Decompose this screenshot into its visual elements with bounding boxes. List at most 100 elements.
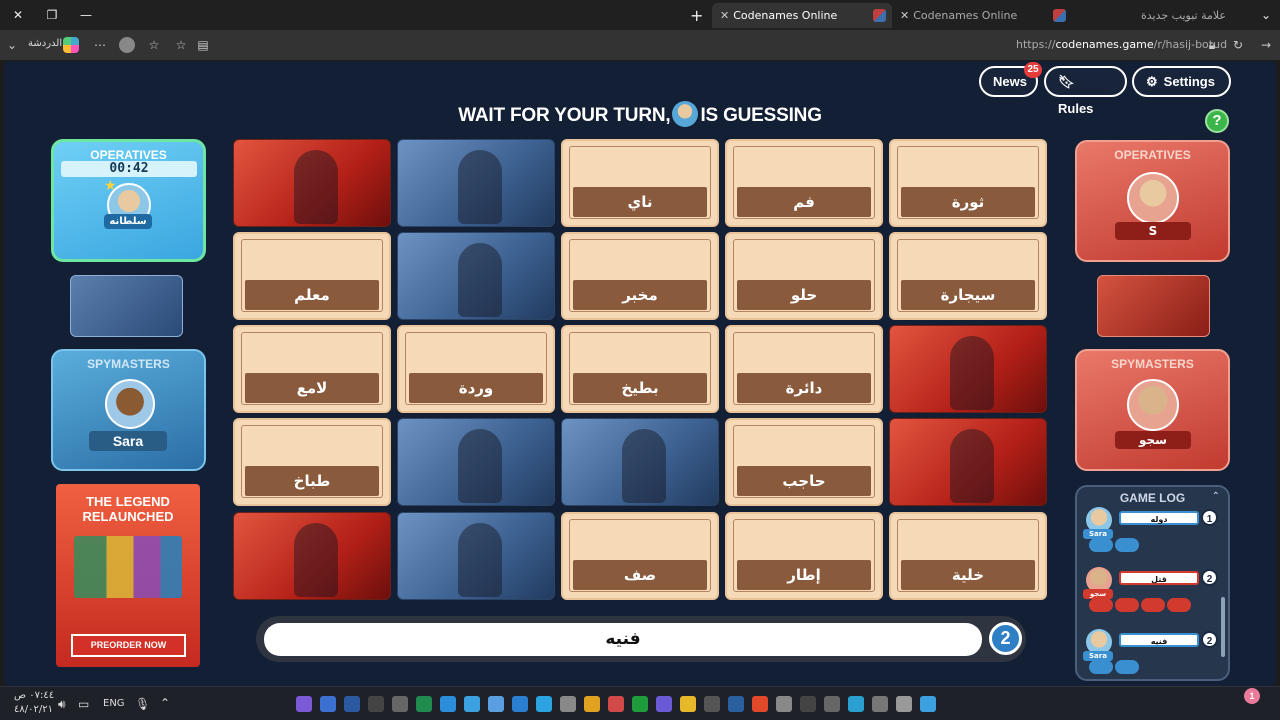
copilot-icon[interactable] [63, 37, 79, 53]
player-name-tag[interactable]: Sara [89, 431, 167, 451]
sidebar-chevron-icon[interactable]: ⌄ [4, 37, 20, 53]
start-icon[interactable] [920, 696, 936, 712]
game-log-scrollbar[interactable] [1221, 597, 1225, 657]
app-icon[interactable] [368, 696, 384, 712]
agent-figure [294, 150, 338, 224]
tab-close-icon[interactable]: ✕ [720, 3, 729, 28]
rules-button[interactable]: 🔖︎Rules [1044, 66, 1127, 116]
word-card[interactable]: إطار [725, 512, 883, 600]
browser-tab-strip: ✕ ❐ — + ✕ Codenames Online ✕ Codenames Onl… [0, 0, 1280, 30]
red-operatives-title: OPERATIVES [1114, 148, 1191, 162]
collapse-chevron-icon[interactable]: ⌃ [1212, 491, 1220, 502]
copilot-chat-label[interactable]: الدردشة [28, 38, 62, 49]
app-icon[interactable] [440, 696, 456, 712]
word-card[interactable]: دائرة [725, 325, 883, 413]
tab-new-tab[interactable]: علامة تبويب جديدة [1074, 3, 1234, 28]
app-icon[interactable] [560, 696, 576, 712]
word-card[interactable]: طباخ [233, 418, 391, 506]
word-card[interactable]: ناي [561, 139, 719, 227]
avatar [1127, 379, 1179, 431]
more-options-icon[interactable]: ⋯ [92, 37, 108, 53]
app-icon[interactable] [656, 696, 672, 712]
profile-avatar-icon[interactable] [119, 37, 135, 53]
word-card[interactable]: مخبر [561, 232, 719, 320]
player-name-tag[interactable]: سلطانه [104, 214, 152, 229]
forward-icon[interactable]: → [1258, 37, 1274, 53]
word-card[interactable]: سيجارة [889, 232, 1047, 320]
clue-bar: فنيه 2 [256, 616, 1026, 662]
app-icon[interactable] [464, 696, 480, 712]
advertisement[interactable]: THE LEGEND RELAUNCHED PREORDER NOW [56, 484, 200, 667]
app-icon[interactable] [584, 696, 600, 712]
log-guess-chip [1167, 598, 1191, 612]
blue-spymasters-title: SPYMASTERS [87, 357, 170, 371]
search-icon[interactable] [896, 696, 912, 712]
network-icon[interactable]: ▭ [78, 697, 89, 711]
app-icon[interactable] [800, 696, 816, 712]
edge-icon[interactable] [848, 696, 864, 712]
xbox-icon[interactable] [632, 696, 648, 712]
word-card[interactable]: حلو [725, 232, 883, 320]
restore-window-icon[interactable]: ❐ [44, 7, 60, 23]
clock-date[interactable]: ٤٨/٠٢/٢١ [14, 704, 53, 715]
settings-button[interactable]: ⚙ Settings [1132, 66, 1231, 97]
tab-codenames-active[interactable]: ✕ Codenames Online [712, 3, 892, 28]
word-card[interactable]: خلية [889, 512, 1047, 600]
mail-icon[interactable] [512, 696, 528, 712]
log-clue-number: 2 [1201, 569, 1218, 586]
word-card[interactable]: صف [561, 512, 719, 600]
word-card[interactable]: بطيخ [561, 325, 719, 413]
clock-time[interactable]: ٠٧:٤٤ ص [14, 690, 54, 701]
game-log-entry: Sara دوله 1 [1083, 507, 1218, 557]
volume-icon[interactable]: 🔊︎ [58, 697, 66, 712]
log-clue-word: قتل [1119, 571, 1199, 585]
word-card[interactable]: معلم [233, 232, 391, 320]
reload-icon[interactable]: ↻ [1230, 37, 1246, 53]
app-icon[interactable] [704, 696, 720, 712]
tab-list-chevron-icon[interactable]: ⌄ [1258, 7, 1274, 23]
app-icon[interactable] [680, 696, 696, 712]
word-card[interactable]: حاجب [725, 418, 883, 506]
tab-codenames-2[interactable]: ✕ Codenames Online [892, 3, 1072, 28]
news-button[interactable]: News 25 [979, 62, 1042, 97]
word-card[interactable]: فم [725, 139, 883, 227]
app-icon[interactable] [320, 696, 336, 712]
steam-icon[interactable] [728, 696, 744, 712]
app-icon[interactable] [776, 696, 792, 712]
app-icon[interactable] [488, 696, 504, 712]
app-icon[interactable] [344, 696, 360, 712]
language-indicator[interactable]: ENG [103, 698, 125, 709]
word-card[interactable]: ثورة [889, 139, 1047, 227]
notification-badge[interactable]: 1 [1244, 688, 1260, 704]
word-card[interactable]: لامع [233, 325, 391, 413]
reading-view-icon[interactable]: ▤ [195, 37, 211, 53]
excel-icon[interactable] [416, 696, 432, 712]
game-log-panel[interactable]: GAME LOG ⌃ Sara دوله 1 سجو قتل 2 Sara فنيه 2 [1075, 485, 1230, 681]
agent-figure [950, 336, 994, 410]
app-icon[interactable] [392, 696, 408, 712]
word-card[interactable]: وردة [397, 325, 555, 413]
new-tab-icon[interactable]: + [690, 6, 703, 25]
url-field[interactable]: https://codenames.game/r/hasij-botud [1016, 38, 1227, 51]
player-name-tag[interactable]: سجو [1115, 431, 1191, 449]
app-icon[interactable] [608, 696, 624, 712]
codenames-favicon-icon [873, 9, 886, 22]
add-favorite-icon[interactable]: ☆ [173, 37, 189, 53]
app-icon[interactable] [296, 696, 312, 712]
word-card-label: إطار [737, 560, 871, 590]
gear-icon: ⚙ [1146, 74, 1158, 89]
microphone-icon[interactable]: 🎙︎ [135, 697, 150, 711]
app-icon[interactable] [824, 696, 840, 712]
preorder-button[interactable]: PREORDER NOW [71, 634, 186, 657]
close-window-icon[interactable]: ✕ [10, 7, 26, 23]
telegram-icon[interactable] [536, 696, 552, 712]
codenames-favicon-icon [1053, 9, 1066, 22]
minimize-window-icon[interactable]: — [78, 7, 94, 23]
app-icon[interactable] [872, 696, 888, 712]
player-name-tag[interactable]: S [1115, 222, 1191, 240]
tab-close-icon[interactable]: ✕ [900, 3, 909, 28]
brave-icon[interactable] [752, 696, 768, 712]
favorites-list-icon[interactable]: ☆ [146, 37, 162, 53]
current-clue-word: فنيه [264, 623, 982, 656]
tray-chevron-icon[interactable]: ⌃ [160, 696, 170, 710]
